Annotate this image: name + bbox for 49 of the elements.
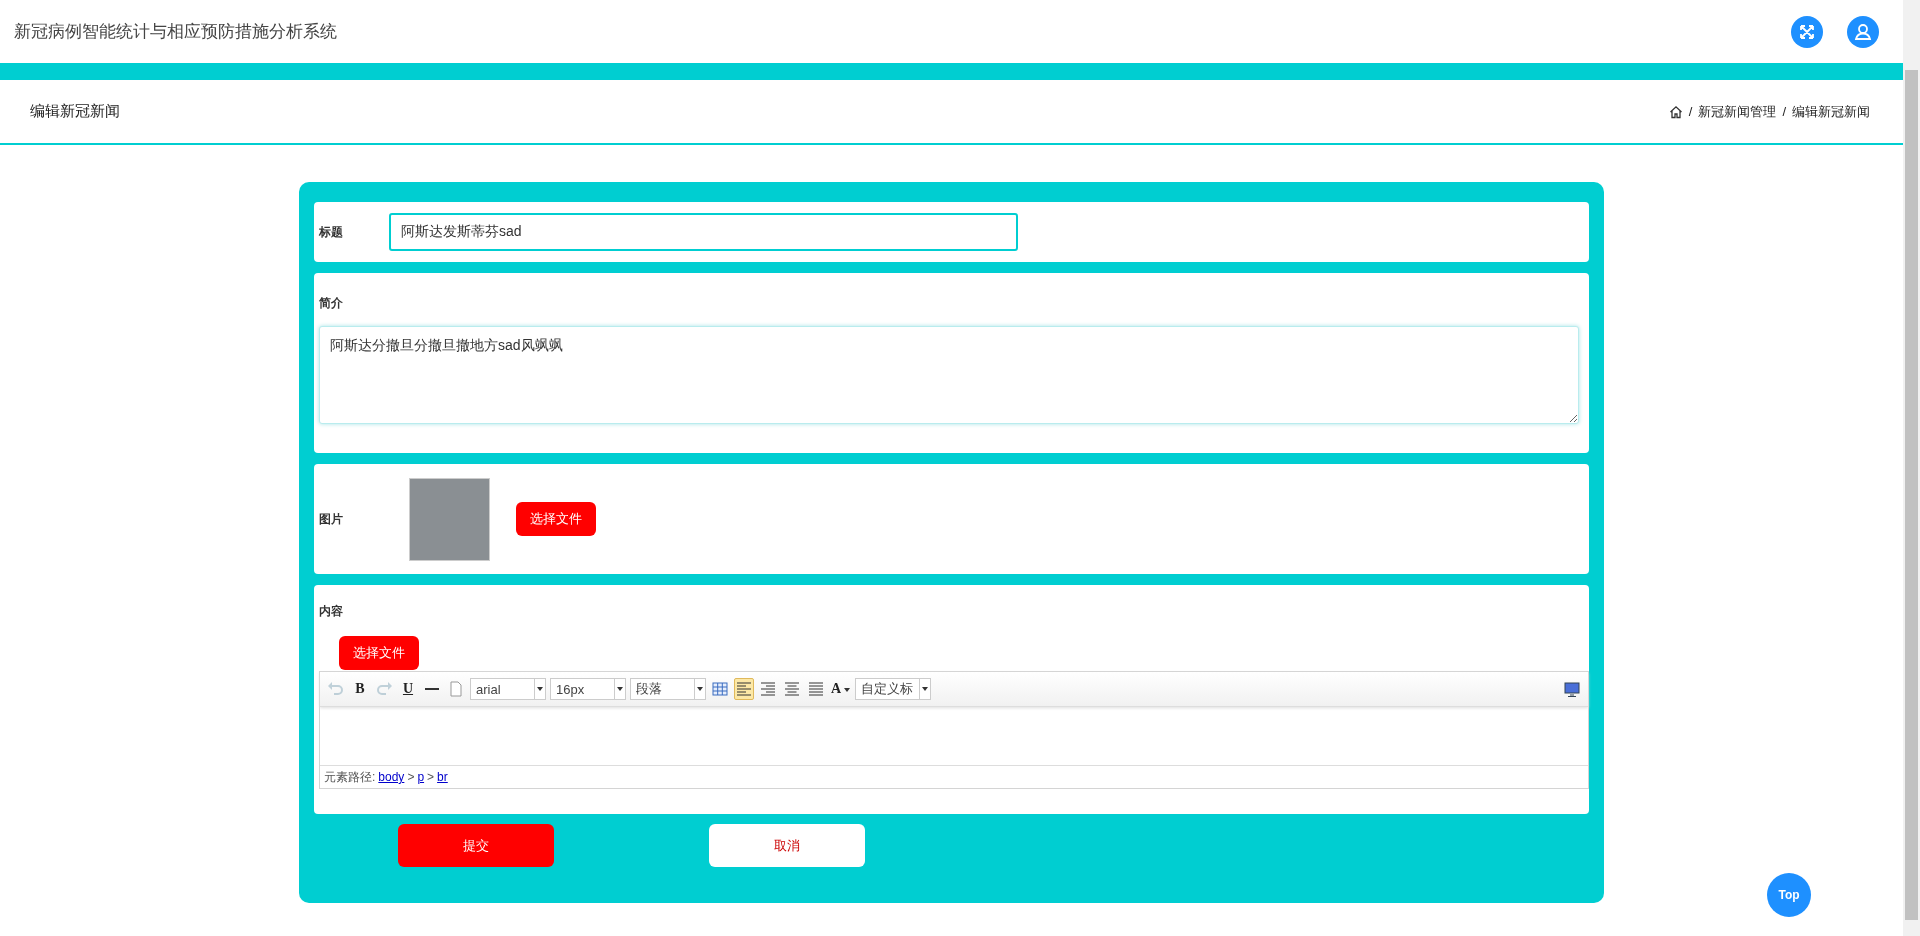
page-icon — [447, 680, 465, 698]
element-path-link[interactable]: br — [437, 770, 448, 784]
caret-icon — [697, 687, 703, 691]
element-path-label: 元素路径: — [324, 768, 376, 786]
breadcrumb-separator: / — [1688, 104, 1693, 119]
element-path-link[interactable]: body — [378, 770, 405, 784]
home-icon[interactable] — [1668, 104, 1683, 119]
element-path-separator: > — [427, 770, 435, 784]
undo-icon — [327, 680, 345, 698]
monitor-icon — [1563, 680, 1581, 698]
element-path-separator: > — [407, 770, 415, 784]
user-icon[interactable] — [1847, 15, 1879, 48]
editor-dropdown[interactable]: 自定义标 — [855, 678, 932, 700]
fullscreen-icon[interactable] — [1791, 15, 1823, 48]
caret-icon — [537, 687, 543, 691]
redo-icon — [375, 680, 393, 698]
field-label: 图片 — [319, 510, 344, 528]
caret-icon — [617, 687, 623, 691]
scrollbar[interactable] — [1903, 0, 1920, 936]
submit-button[interactable]: 提交 — [398, 824, 554, 867]
page-title: 编辑新冠新闻 — [30, 102, 120, 121]
element-path-link[interactable]: p — [417, 770, 425, 784]
field-label: 内容 — [319, 603, 344, 620]
editor-dropdown[interactable]: 段落 — [630, 678, 706, 700]
choose-file-button[interactable]: 选择文件 — [339, 636, 419, 670]
align-right-icon — [759, 680, 777, 698]
app-title: 新冠病例智能统计与相应预防措施分析系统 — [14, 21, 337, 43]
justify-icon — [807, 680, 825, 698]
breadcrumb-link[interactable]: 新冠新闻管理 — [1698, 102, 1777, 121]
caret-icon — [844, 687, 851, 692]
title-input[interactable]: 阿斯达发斯蒂芬sad — [389, 213, 1018, 251]
breadcrumb-separator: / — [1782, 104, 1786, 119]
summary-textarea[interactable]: 阿斯达分撤旦分撤旦撤地方sad风飒飒 — [319, 326, 1579, 424]
table-icon — [711, 680, 729, 698]
cancel-button[interactable]: 取消 — [709, 824, 865, 867]
breadcrumb-current: 编辑新冠新闻 — [1792, 102, 1870, 121]
editor-dropdown[interactable]: 16px — [550, 678, 626, 700]
bold-button[interactable]: B — [350, 678, 370, 700]
editor-dropdown[interactable]: arial — [470, 678, 546, 700]
choose-file-button[interactable]: 选择文件 — [516, 502, 596, 536]
font-color-button[interactable]: A — [830, 678, 852, 700]
field-label: 标题 — [319, 223, 344, 241]
align-left-button[interactable] — [734, 678, 754, 700]
field-label: 简介 — [319, 295, 344, 312]
align-center-icon — [783, 680, 801, 698]
caret-icon — [922, 687, 929, 691]
horizontal-rule-icon — [425, 688, 439, 690]
underline-button[interactable]: U — [398, 678, 418, 700]
align-left-icon — [735, 680, 753, 698]
